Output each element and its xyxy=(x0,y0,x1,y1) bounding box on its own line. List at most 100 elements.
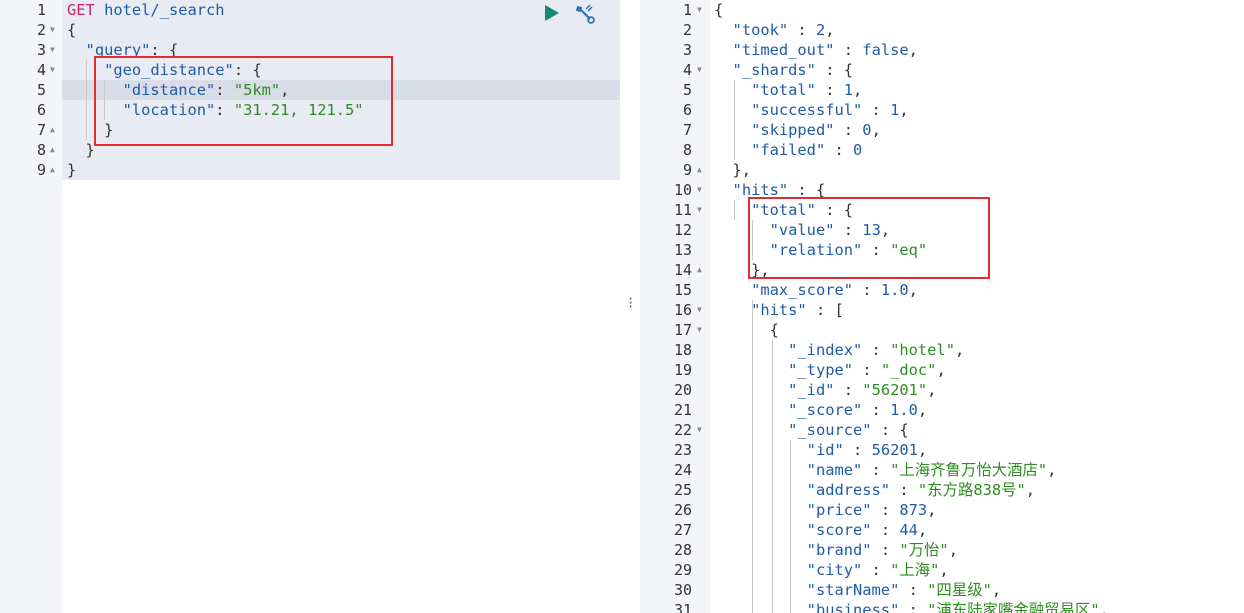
line-number: 27 xyxy=(673,521,692,539)
response-line-code: "_type" : "_doc", xyxy=(788,361,946,379)
line-number: 29 xyxy=(673,561,692,579)
response-line: 30 "starName" : "四星级", xyxy=(640,580,1244,600)
fold-toggle-icon[interactable]: ▼ xyxy=(697,180,702,200)
json-string: "四星级" xyxy=(927,581,992,599)
response-line-code: "city" : "上海", xyxy=(806,561,949,579)
line-number: 4 xyxy=(36,61,46,79)
line-number: 4 xyxy=(682,61,692,79)
response-line-code: "_id" : "56201", xyxy=(788,381,937,399)
line-number: 8 xyxy=(36,141,46,159)
response-viewer[interactable]: 1 ▼ {2 "took" : 2, 3 "timed_out" : false, 4 ▼… xyxy=(640,0,1244,613)
json-number: 0 xyxy=(853,141,863,159)
line-number: 2 xyxy=(682,21,692,39)
line-number: 1 xyxy=(36,1,46,19)
line-number: 24 xyxy=(673,461,692,479)
json-number: 1.0 xyxy=(880,281,909,299)
response-line-code: "total" : 1, xyxy=(751,81,863,99)
response-line: 9 ▲ }, xyxy=(640,160,1244,180)
fold-toggle-icon[interactable]: ▼ xyxy=(697,420,702,440)
response-line-code: { xyxy=(714,1,724,19)
line-number: 7 xyxy=(682,121,692,139)
response-line-code: "score" : 44, xyxy=(806,521,928,539)
line-number: 22 xyxy=(673,421,692,439)
fold-toggle-icon[interactable]: ▼ xyxy=(697,0,702,20)
fold-toggle-icon[interactable]: ▲ xyxy=(697,260,702,280)
fold-toggle-icon[interactable]: ▼ xyxy=(50,20,55,40)
line-number: 17 xyxy=(673,321,692,339)
response-line-code: "failed" : 0 xyxy=(751,141,863,159)
json-string: "_doc" xyxy=(880,361,937,379)
response-line-code: "max_score" : 1.0, xyxy=(751,281,918,299)
response-line-code: }, xyxy=(714,161,752,179)
response-line: 29 "city" : "上海", xyxy=(640,560,1244,580)
line-number: 7 xyxy=(36,121,46,139)
fold-toggle-icon[interactable]: ▲ xyxy=(50,140,55,160)
request-line-code: { xyxy=(67,21,77,39)
json-number: 1 xyxy=(890,101,900,119)
play-icon[interactable] xyxy=(542,4,560,22)
json-string: "56201" xyxy=(862,381,928,399)
fold-toggle-icon[interactable]: ▲ xyxy=(697,160,702,180)
request-editor[interactable]: 1 GET hotel/_search 2 ▼ { 3 ▼ "query": {… xyxy=(0,0,620,613)
line-number: 3 xyxy=(682,41,692,59)
response-line-code: "took" : 2, xyxy=(732,21,835,39)
line-number: 12 xyxy=(673,221,692,239)
fold-toggle-icon[interactable]: ▲ xyxy=(50,160,55,180)
query-highlight-box xyxy=(94,56,393,146)
response-line: 22 ▼ "_source" : { xyxy=(640,420,1244,440)
response-line-code: "name" : "上海齐鲁万怡大酒店", xyxy=(806,461,1057,479)
line-number: 18 xyxy=(673,341,692,359)
response-line: 1 ▼ { xyxy=(640,0,1244,20)
fold-toggle-icon[interactable]: ▼ xyxy=(697,300,702,320)
indent-guide xyxy=(752,300,753,613)
response-line: 6 "successful" : 1, xyxy=(640,100,1244,120)
fold-toggle-icon[interactable]: ▼ xyxy=(50,60,55,80)
json-string: "上海齐鲁万怡大酒店" xyxy=(890,461,1048,479)
line-number: 28 xyxy=(673,541,692,559)
line-number: 26 xyxy=(673,501,692,519)
response-line: 27 "score" : 44, xyxy=(640,520,1244,540)
response-line-code: "price" : 873, xyxy=(806,501,937,519)
request-line-code: GET hotel/_search xyxy=(67,0,225,20)
response-line: 7 "skipped" : 0, xyxy=(640,120,1244,140)
response-line: 25 "address" : "东方路838号", xyxy=(640,480,1244,500)
json-string: "浦东陆家嘴金融贸易区" xyxy=(927,601,1100,613)
line-number: 30 xyxy=(673,581,692,599)
fold-toggle-icon[interactable]: ▼ xyxy=(50,40,55,60)
request-line: 2 ▼ { xyxy=(0,20,620,40)
line-number: 10 xyxy=(673,181,692,199)
line-number: 21 xyxy=(673,401,692,419)
fold-toggle-icon[interactable]: ▼ xyxy=(697,60,702,80)
line-number: 16 xyxy=(673,301,692,319)
wrench-icon[interactable] xyxy=(574,3,596,25)
fold-toggle-icon[interactable]: ▼ xyxy=(697,320,702,340)
indent-guide xyxy=(790,440,791,613)
json-number: false xyxy=(862,41,909,59)
response-line: 19 "_type" : "_doc", xyxy=(640,360,1244,380)
fold-toggle-icon[interactable]: ▼ xyxy=(697,200,702,220)
line-number: 5 xyxy=(682,81,692,99)
response-line-code: "brand" : "万怡", xyxy=(806,541,958,559)
resize-handle-icon[interactable]: · · · xyxy=(627,293,634,313)
fold-toggle-icon[interactable]: ▲ xyxy=(50,120,55,140)
line-number: 6 xyxy=(36,101,46,119)
response-line-code: "starName" : "四星级", xyxy=(806,581,1002,599)
line-number: 9 xyxy=(36,161,46,179)
response-line: 16 ▼ "hits" : [ xyxy=(640,300,1244,320)
response-line-code: "_score" : 1.0, xyxy=(788,401,928,419)
response-line-code: "hits" : [ xyxy=(751,301,844,319)
response-line-code: "_shards" : { xyxy=(732,61,854,79)
response-line-code: "address" : "东方路838号", xyxy=(806,481,1036,499)
response-line-code: "timed_out" : false, xyxy=(732,41,918,59)
response-line-code: "successful" : 1, xyxy=(751,101,909,119)
request-path: hotel/_search xyxy=(104,1,225,19)
response-line: 4 ▼ "_shards" : { xyxy=(640,60,1244,80)
response-line: 24 "name" : "上海齐鲁万怡大酒店", xyxy=(640,460,1244,480)
response-line-code: "business" : "浦东陆家嘴金融贸易区", xyxy=(714,600,1109,613)
json-string: "万怡" xyxy=(899,541,949,559)
line-number: 13 xyxy=(673,241,692,259)
response-line: 5 "total" : 1, xyxy=(640,80,1244,100)
json-string: "东方路838号" xyxy=(917,481,1026,499)
request-line: 1 GET hotel/_search xyxy=(0,0,620,20)
request-line: 9 ▲ } xyxy=(0,160,620,180)
